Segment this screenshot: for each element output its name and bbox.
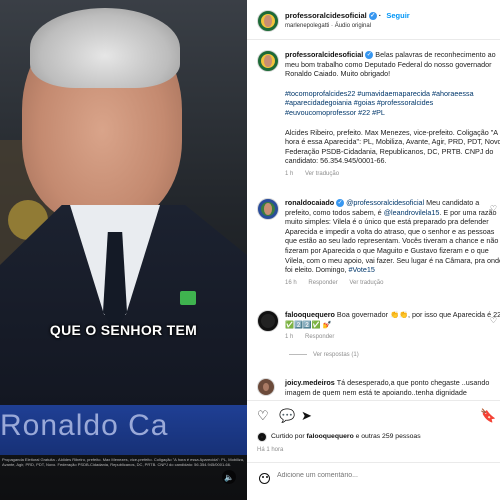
share-icon[interactable]: ➤	[301, 409, 312, 422]
author-username[interactable]: professoralcidesoficial	[285, 11, 367, 20]
comment-time: 1 h	[285, 334, 294, 341]
like-icon[interactable]: ♡	[257, 409, 269, 422]
caption-author-avatar[interactable]	[257, 50, 279, 72]
commenter-username[interactable]: joicy.medeiros	[285, 378, 335, 387]
commenter-username[interactable]: ronaldocaiado	[285, 198, 334, 207]
post-header: professoralcidesoficial ✓ · Seguir marlen…	[247, 0, 500, 40]
reel-video[interactable]: QUE O SENHOR TEM Ronaldo Ca Propaganda E…	[0, 0, 247, 500]
mention-link[interactable]: @professoralcidesoficial	[346, 198, 424, 207]
comment-item: joicy.medeiros Tá desesperado,a que pont…	[257, 378, 500, 397]
mute-icon[interactable]: 🔈	[222, 470, 236, 484]
name-banner-text: Ronaldo Ca	[0, 409, 169, 442]
caption-hashtags[interactable]: #tocomoprofalcides22 #umavidaemaparecida…	[285, 89, 500, 118]
commenter-avatar[interactable]	[257, 310, 279, 332]
follow-button[interactable]: Seguir	[386, 11, 409, 20]
comment-time: 16 h	[285, 279, 297, 286]
commenter-username[interactable]: falooquequero	[285, 310, 335, 319]
commenter-avatar[interactable]	[257, 378, 275, 396]
caption-legal: Alcides Ribeiro, prefeito. Max Menezes, …	[285, 127, 500, 166]
comment-text: . E por uma razão muito simples: Vilela …	[285, 207, 500, 275]
liker-avatar	[257, 432, 267, 442]
speaker-hair	[30, 8, 180, 88]
verified-icon: ✓	[368, 12, 377, 21]
video-subtitle: QUE O SENHOR TEM	[49, 322, 198, 338]
translation-link[interactable]: Ver tradução	[349, 280, 383, 286]
reply-button[interactable]: Responder	[308, 280, 337, 286]
verified-icon: ✓	[336, 199, 345, 208]
caption-username[interactable]: professoralcidesoficial	[285, 50, 363, 59]
likes-summary[interactable]: Curtido por falooquequero e outras 259 p…	[257, 432, 421, 442]
comment-item: ronaldocaiado ✓ @professoralcidesoficial …	[257, 198, 500, 288]
comments-scroll-area[interactable]: professoralcidesoficial ✓ Belas palavras …	[247, 40, 500, 397]
lapel-pin	[180, 291, 196, 305]
caption-time: 1 h	[285, 170, 294, 177]
comment-input[interactable]	[277, 472, 477, 479]
post-timestamp: Há 1 hora	[257, 447, 284, 453]
liker-username[interactable]: falooquequero	[307, 433, 354, 440]
caption-translation-link[interactable]: Ver tradução	[305, 171, 339, 177]
reply-button[interactable]: Responder	[305, 334, 334, 340]
comment-icon[interactable]: 💬	[279, 409, 295, 422]
verified-icon: ✓	[365, 51, 374, 60]
bookmark-icon[interactable]: 🔖	[480, 409, 496, 422]
add-comment-bar	[247, 462, 500, 500]
instagram-post-view: QUE O SENHOR TEM Ronaldo Ca Propaganda E…	[0, 0, 500, 500]
hashtag-link[interactable]: #Vote15	[349, 265, 375, 274]
like-comment-icon[interactable]: ♡	[490, 204, 497, 214]
emoji-icon[interactable]	[259, 473, 270, 484]
comment-item: falooquequero Boa governador 👏👏, por iss…	[257, 310, 500, 360]
post-actions-bar: ♡ 💬 ➤ 🔖	[247, 400, 500, 430]
post-sidebar: professoralcidesoficial ✓ · Seguir marlen…	[247, 0, 500, 500]
video-legal-text: Propaganda Eleitoral Gratuita - Aldides …	[2, 457, 245, 467]
like-comment-icon[interactable]: ♡	[490, 316, 497, 326]
post-caption: professoralcidesoficial ✓ Belas palavras …	[257, 50, 500, 180]
view-replies-button[interactable]: Ver respostas (1)	[313, 351, 500, 361]
author-avatar[interactable]	[257, 10, 279, 32]
mention-link[interactable]: @leandrovilela15	[384, 208, 440, 217]
name-banner: Ronaldo Ca	[0, 405, 247, 455]
audio-source[interactable]: marlenepolegatti · Áudio original	[285, 23, 371, 29]
commenter-avatar[interactable]	[257, 198, 279, 220]
